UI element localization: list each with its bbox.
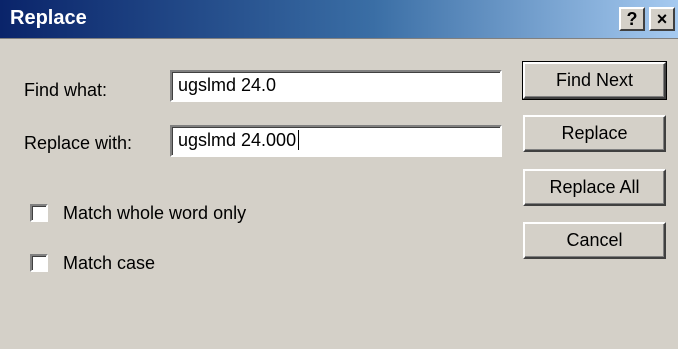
replace-with-label: Replace with: (24, 133, 133, 153)
match-case-checkbox[interactable] (30, 254, 48, 272)
help-icon: ? (626, 9, 638, 29)
find-what-input[interactable]: ugslmd 24.0 (170, 70, 502, 102)
window-title: Replace (10, 7, 87, 29)
replace-all-button[interactable]: Replace All (523, 169, 666, 206)
replace-with-value: ugslmd 24.000 (178, 130, 297, 150)
match-whole-word-checkbox[interactable] (30, 204, 48, 222)
title-bar[interactable]: Replace ? × (0, 0, 678, 39)
replace-button[interactable]: Replace (523, 115, 666, 152)
replace-with-input[interactable]: ugslmd 24.000 (170, 125, 502, 157)
match-case-label[interactable]: Match case (63, 253, 155, 274)
cancel-button[interactable]: Cancel (523, 222, 666, 259)
find-what-value: ugslmd 24.0 (178, 75, 277, 95)
match-whole-word-label[interactable]: Match whole word only (63, 203, 246, 224)
text-caret (298, 130, 300, 150)
help-button[interactable]: ? (619, 7, 645, 31)
find-what-label: Find what: (24, 80, 108, 100)
close-icon: × (656, 9, 668, 29)
find-next-button[interactable]: Find Next (522, 61, 667, 100)
replace-dialog: Replace ? × Find what: ugslmd 24.0 Repla… (0, 0, 678, 349)
close-button[interactable]: × (649, 7, 675, 31)
